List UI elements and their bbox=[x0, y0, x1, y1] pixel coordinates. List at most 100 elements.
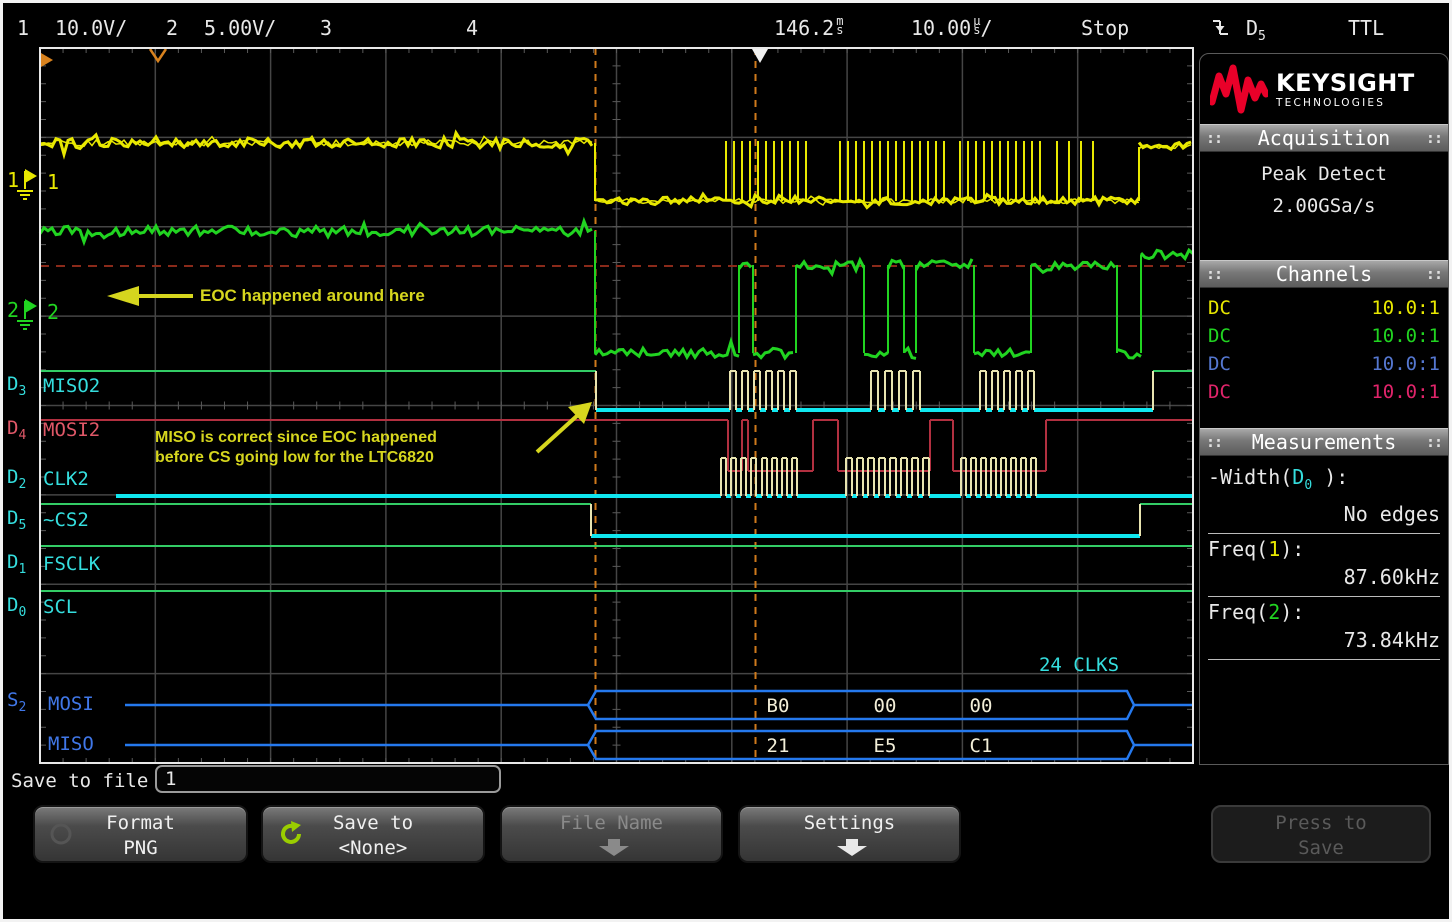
digital-label-~CS2: ~CS2 bbox=[43, 509, 89, 531]
bus-value-MISO-0: 21 bbox=[767, 735, 790, 757]
brand-name: KEYSIGHT bbox=[1276, 71, 1415, 95]
ch2-trace bbox=[888, 260, 904, 268]
trigger-top-marker bbox=[752, 49, 768, 63]
digital-channel-id-D0[interactable]: D0 bbox=[7, 594, 26, 620]
press-to-save-button: Press toSave bbox=[1211, 805, 1431, 863]
measurement-label: -Width(D0 ): bbox=[1208, 464, 1440, 499]
bus-value-MISO-2: C1 bbox=[970, 735, 993, 757]
eoc-arrow-head bbox=[107, 286, 139, 306]
ch2-trace bbox=[1031, 262, 1115, 272]
channel-coupling: DC bbox=[1208, 294, 1231, 322]
acquisition-panel: Peak Detect 2.00GSa/s bbox=[1200, 152, 1448, 260]
digital-label-MISO2: MISO2 bbox=[43, 375, 100, 397]
measurement-item-2: Freq(1):87.60kHz bbox=[1208, 534, 1440, 597]
brand-sub: TECHNOLOGIES bbox=[1276, 98, 1415, 109]
ch2-trace bbox=[916, 259, 972, 270]
delay-top-marker bbox=[150, 49, 166, 61]
measurement-item-1: -Width(D0 ):No edges bbox=[1208, 462, 1440, 534]
bus-clock-count: 24 CLKS bbox=[1039, 654, 1119, 676]
channels-panel-header[interactable]: :: Channels :: bbox=[1200, 260, 1448, 288]
channels-panel: DC 10.0:1 DC 10.0:1 DC 10.0:1 DC 10.0:1 bbox=[1200, 288, 1448, 428]
bus-envelope-MISO bbox=[588, 731, 1134, 759]
trigger-mode[interactable]: TTL bbox=[1348, 16, 1384, 40]
channels-title: Channels bbox=[1276, 262, 1372, 286]
bus-label-MISO: MISO bbox=[48, 733, 94, 755]
measurements-panel: -Width(D0 ):No edgesFreq(1):87.60kHzFreq… bbox=[1200, 456, 1448, 666]
bus-value-MOSI-1: 00 bbox=[874, 695, 897, 717]
bus-label-MOSI: MOSI bbox=[48, 693, 94, 715]
digital-channel-id-D2[interactable]: D2 bbox=[7, 466, 26, 492]
channel-probe-ratio: 10.0:1 bbox=[1371, 350, 1440, 378]
digital-channel-id-D5[interactable]: D5 bbox=[7, 507, 26, 533]
measurement-value: 73.84kHz bbox=[1208, 625, 1440, 655]
ch2-scale[interactable]: 5.00V/ bbox=[204, 16, 276, 40]
measurement-label: Freq(2): bbox=[1208, 599, 1440, 625]
annotation-miso: MISO is correct since EOC happenedbefore… bbox=[155, 428, 437, 468]
ch2-trace bbox=[864, 352, 888, 357]
measurement-item-3: Freq(2):73.84kHz bbox=[1208, 597, 1440, 660]
ch2-trace bbox=[974, 349, 1030, 356]
measurements-title: Measurements bbox=[1252, 430, 1397, 454]
svg-text:2: 2 bbox=[7, 298, 19, 322]
timebase: 10.00µs/ bbox=[911, 16, 993, 40]
channel-probe-ratio: 10.0:1 bbox=[1371, 322, 1440, 350]
down-arrow-icon bbox=[598, 839, 630, 857]
ch2-number[interactable]: 2 bbox=[166, 16, 178, 40]
settings-button[interactable]: Settings bbox=[738, 805, 961, 863]
channel-row-3: DC 10.0:1 bbox=[1208, 350, 1440, 378]
ch2-trace bbox=[753, 348, 793, 358]
annotation-eoc: EOC happened around here bbox=[200, 286, 425, 306]
acquisition-panel-header[interactable]: :: Acquisition :: bbox=[1200, 124, 1448, 152]
serial-bus-id-S2[interactable]: S2 bbox=[7, 689, 26, 715]
save-to-button[interactable]: Save to<None> bbox=[261, 805, 485, 863]
channel-row-1: DC 10.0:1 bbox=[1208, 294, 1440, 322]
ch2-trace bbox=[904, 348, 916, 358]
acquisition-mode: Peak Detect bbox=[1208, 158, 1440, 190]
acquisition-title: Acquisition bbox=[1258, 126, 1390, 150]
ch2-ground-marker[interactable]: 2 bbox=[7, 298, 37, 329]
digital-channel-id-D4[interactable]: D4 bbox=[7, 417, 26, 443]
bus-envelope-MOSI bbox=[588, 691, 1134, 719]
ch2-trace bbox=[40, 221, 592, 242]
digital-channel-id-D3[interactable]: D3 bbox=[7, 373, 26, 399]
down-arrow-icon bbox=[836, 839, 868, 857]
cycle-icon bbox=[49, 822, 73, 846]
time-ref-marker bbox=[41, 53, 53, 67]
ch2-trace bbox=[1117, 350, 1141, 358]
channel-row-4: DC 10.0:1 bbox=[1208, 378, 1440, 406]
sample-rate: 2.00GSa/s bbox=[1208, 190, 1440, 222]
button-line1: Settings bbox=[740, 810, 959, 836]
file-name-button: File Name bbox=[500, 805, 723, 863]
measurement-value: 87.60kHz bbox=[1208, 562, 1440, 592]
measurement-value: No edges bbox=[1208, 499, 1440, 529]
measurements-panel-header[interactable]: :: Measurements :: bbox=[1200, 428, 1448, 456]
digital-label-MOSI2: MOSI2 bbox=[43, 419, 100, 441]
ch1-scale[interactable]: 10.0V/ bbox=[55, 16, 127, 40]
channel-probe-ratio: 10.0:1 bbox=[1371, 294, 1440, 322]
channel-coupling: DC bbox=[1208, 322, 1231, 350]
keysight-spark-icon bbox=[1210, 64, 1268, 116]
button-line1: File Name bbox=[502, 810, 721, 836]
digital-label-FSCLK: FSCLK bbox=[43, 553, 100, 575]
channel-probe-ratio: 10.0:1 bbox=[1371, 378, 1440, 406]
ch2-grid-number: 2 bbox=[47, 300, 59, 324]
channel-coupling: DC bbox=[1208, 350, 1231, 378]
ch1-number[interactable]: 1 bbox=[17, 16, 29, 40]
trigger-source[interactable]: D5 bbox=[1246, 16, 1266, 44]
horizontal-position: 146.2ms bbox=[774, 16, 843, 40]
ch2-trace bbox=[1141, 250, 1193, 259]
channel-row-2: DC 10.0:1 bbox=[1208, 322, 1440, 350]
digital-channel-id-D1[interactable]: D1 bbox=[7, 551, 26, 577]
channel-coupling: DC bbox=[1208, 378, 1231, 406]
ch1-grid-number: 1 bbox=[47, 170, 59, 194]
file-name-input[interactable] bbox=[155, 765, 501, 793]
ch1-ground-marker[interactable]: 1 bbox=[7, 168, 37, 199]
button-line1: Press to bbox=[1213, 810, 1429, 836]
svg-text:1: 1 bbox=[7, 168, 19, 192]
ch3-number[interactable]: 3 bbox=[320, 16, 332, 40]
oscilloscope-screen: B0000021E5C124 CLKS1212 1 10.0V/ 2 5.00V… bbox=[0, 0, 1452, 922]
format-button[interactable]: FormatPNG bbox=[33, 805, 248, 863]
button-line2: Save bbox=[1213, 836, 1429, 860]
ch2-trace bbox=[796, 260, 864, 274]
ch4-number[interactable]: 4 bbox=[466, 16, 478, 40]
